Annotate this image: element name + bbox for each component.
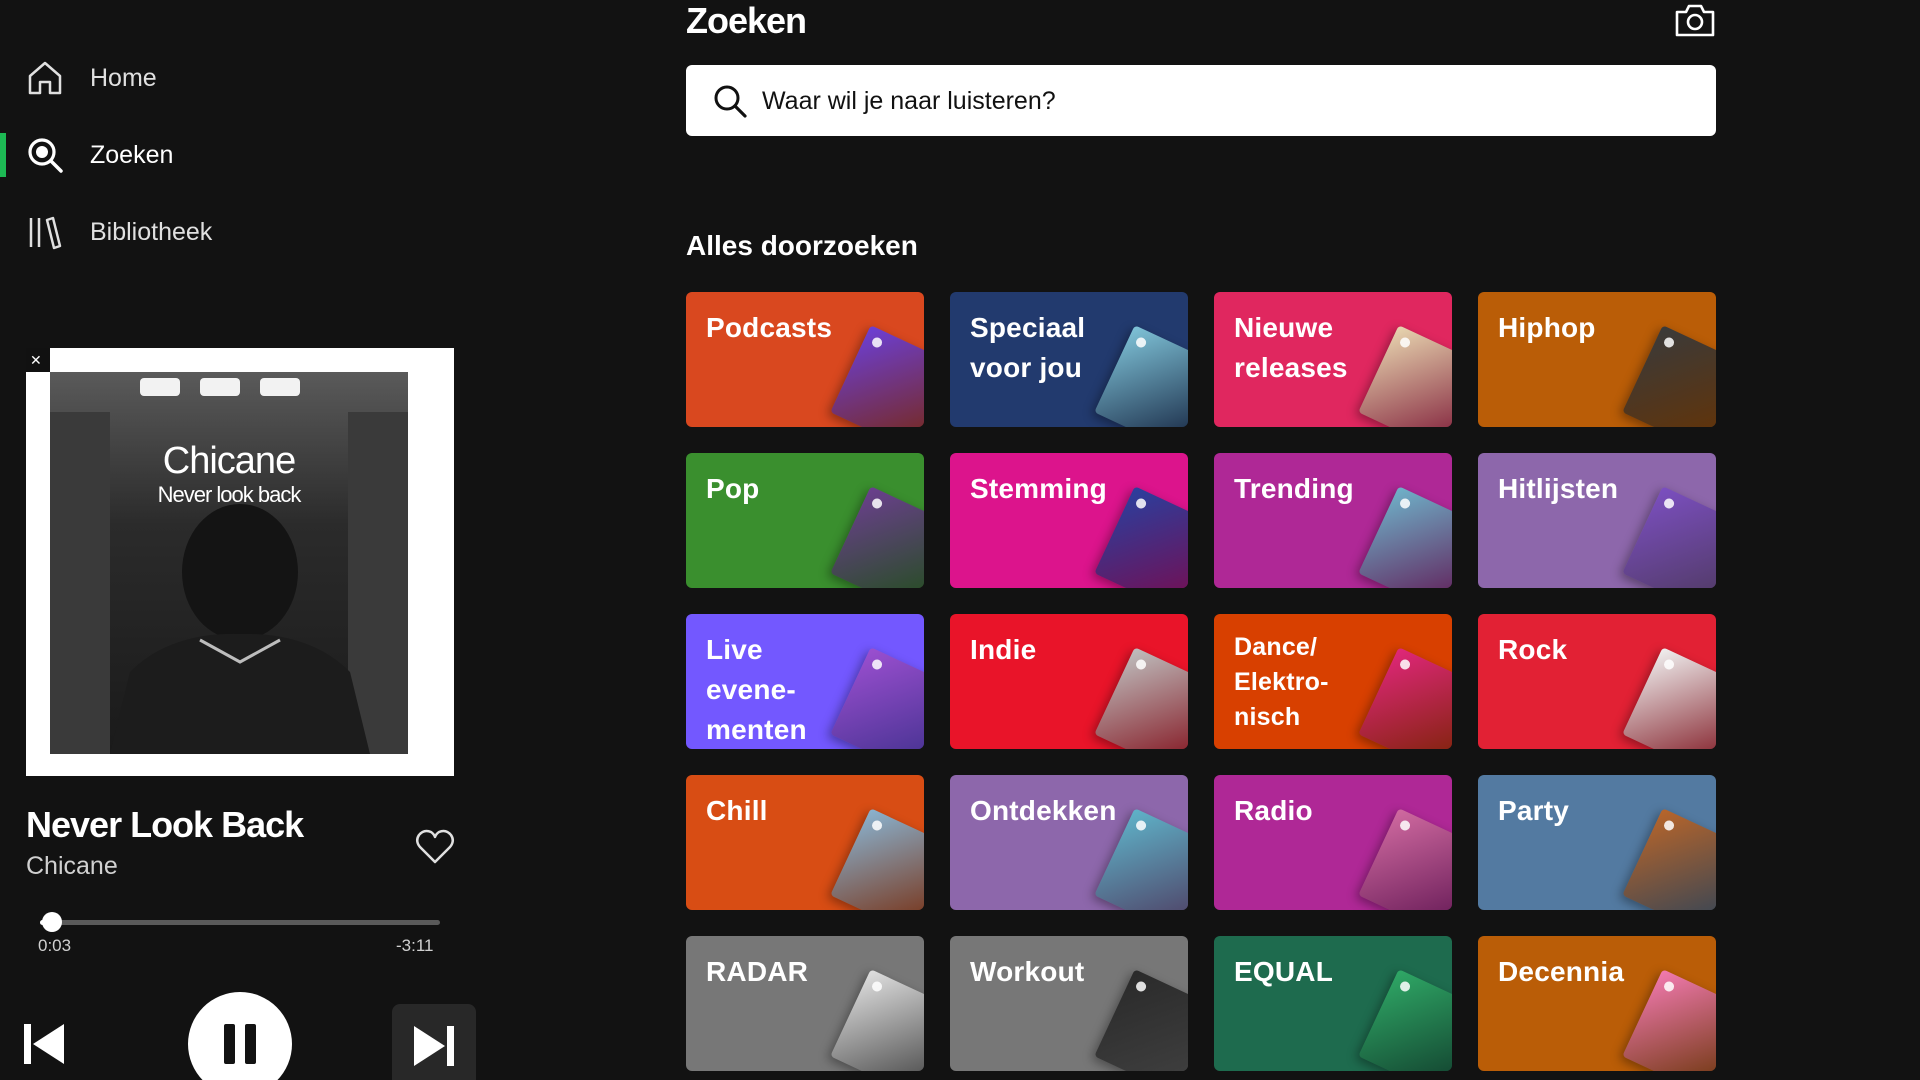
page-title: Zoeken [686, 0, 807, 41]
category-tile[interactable]: Radio [1214, 775, 1452, 910]
category-tile[interactable]: Indie [950, 614, 1188, 749]
category-tile[interactable]: Dance/ Elektro-nisch [1214, 614, 1452, 749]
category-tile-label: Trending [1234, 473, 1354, 504]
category-tile[interactable]: Party [1478, 775, 1716, 910]
album-title-text: Never look back [157, 482, 302, 507]
album-label-logo: ✕ [26, 348, 50, 372]
time-elapsed: 0:03 [38, 936, 72, 955]
category-tile[interactable]: Live evene-menten [686, 614, 924, 749]
category-tile-label: Indie [970, 634, 1037, 665]
nav-item-label: Zoeken [90, 140, 174, 169]
category-tile-label: Radio [1234, 795, 1313, 826]
like-button[interactable] [414, 826, 456, 866]
category-tile-label: Chill [706, 795, 768, 826]
category-tile[interactable]: EQUAL [1214, 936, 1452, 1071]
category-tile-label: Stemming [970, 473, 1107, 504]
nav-item-library[interactable]: Bibliotheek [0, 202, 480, 262]
category-tile-label: Decennia [1498, 956, 1625, 987]
next-button[interactable] [392, 1004, 476, 1080]
category-tile[interactable]: Stemming [950, 453, 1188, 588]
section-title: Alles doorzoeken [686, 230, 918, 261]
category-tile[interactable]: RADAR [686, 936, 924, 1071]
home-icon [28, 61, 62, 95]
category-tile-label: Party [1498, 795, 1570, 826]
category-tile-label: Workout [970, 956, 1085, 987]
progress-bar[interactable] [40, 912, 440, 932]
album-photo [50, 378, 408, 754]
nav-item-search[interactable]: Zoeken [0, 125, 480, 185]
pause-icon [224, 1024, 235, 1064]
category-tile-label: Speciaal voor jou [970, 312, 1086, 383]
previous-button[interactable] [20, 1016, 68, 1072]
category-tile-label: Hitlijsten [1498, 473, 1619, 504]
camera-icon[interactable] [1674, 2, 1716, 38]
album-cover[interactable]: ✕ Chicane Never look back [26, 348, 454, 776]
category-tile[interactable]: Chill [686, 775, 924, 910]
category-tile[interactable]: Decennia [1478, 936, 1716, 1071]
category-tile[interactable]: Nieuwe releases [1214, 292, 1452, 427]
next-icon [414, 1026, 454, 1066]
category-tile-label: Podcasts [706, 312, 833, 343]
track-artist[interactable]: Chicane [26, 852, 118, 881]
category-tile-label: RADAR [706, 956, 809, 987]
category-tile-label: Hiphop [1498, 312, 1596, 343]
app: Home Zoeken Bibliotheek ✕ Chicane Never … [0, 0, 1920, 1080]
category-tile-label: Nieuwe releases [1234, 312, 1348, 383]
nav-item-label: Bibliotheek [90, 217, 213, 246]
category-tile[interactable]: Pop [686, 453, 924, 588]
category-tile[interactable]: Hiphop [1478, 292, 1716, 427]
library-icon [29, 216, 62, 250]
album-artwork: Chicane Never look back [50, 372, 408, 754]
search-box[interactable] [686, 65, 1716, 136]
nav-item-label: Home [90, 63, 157, 92]
category-tile-label: Dance/ Elektro-nisch [1234, 633, 1329, 731]
category-tile[interactable]: Podcasts [686, 292, 924, 427]
nav-item-home[interactable]: Home [0, 48, 480, 108]
category-tile[interactable]: Hitlijsten [1478, 453, 1716, 588]
search-icon [28, 138, 63, 173]
category-tile[interactable]: Rock [1478, 614, 1716, 749]
category-tile[interactable]: Workout [950, 936, 1188, 1071]
category-tile-label: Rock [1498, 634, 1568, 665]
progress-handle[interactable] [42, 912, 62, 932]
category-tile[interactable]: Speciaal voor jou [950, 292, 1188, 427]
time-remaining: -3:11 [396, 936, 434, 955]
category-tile-label: Ontdekken [970, 795, 1117, 826]
pause-button[interactable] [188, 992, 292, 1080]
sidebar: Home Zoeken Bibliotheek ✕ Chicane Never … [0, 0, 480, 1080]
category-tile-label: Pop [706, 473, 760, 504]
category-tile-label: EQUAL [1234, 956, 1333, 987]
album-artist-text: Chicane [162, 440, 296, 482]
category-tile[interactable]: Trending [1214, 453, 1452, 588]
search-input[interactable] [762, 79, 1682, 123]
search-icon [714, 85, 747, 118]
category-tile[interactable]: Ontdekken [950, 775, 1188, 910]
track-title[interactable]: Never Look Back [26, 804, 304, 846]
pause-icon [245, 1024, 256, 1064]
main-content: Zoeken Alles doorzoeken Podcasts Speciaal… [686, 0, 1716, 1080]
